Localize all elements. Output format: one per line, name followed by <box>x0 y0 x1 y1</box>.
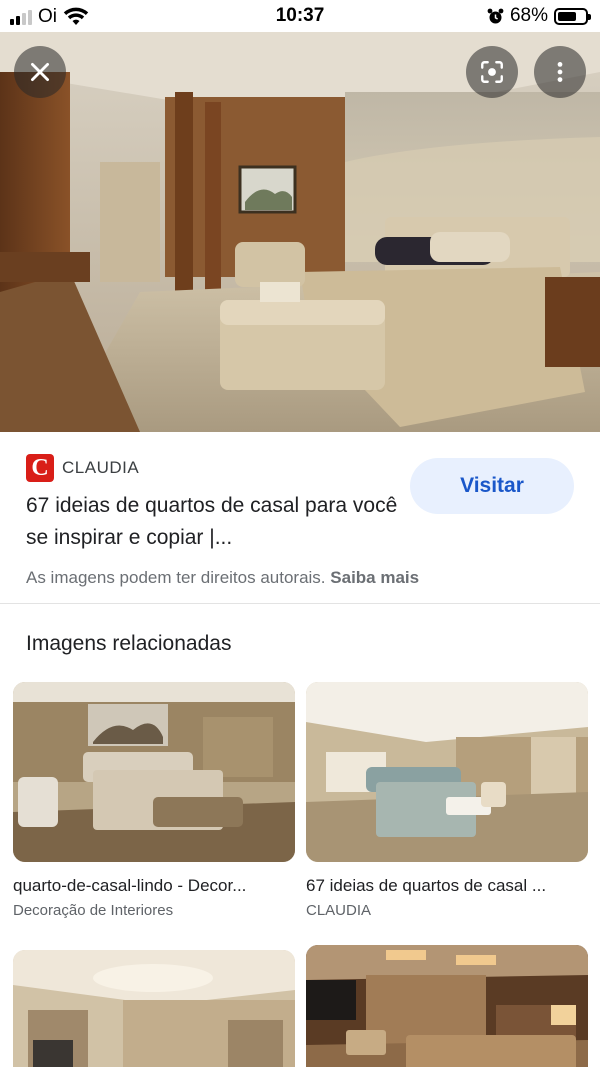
related-card[interactable] <box>306 945 588 1067</box>
site-name: CLAUDIA <box>62 458 140 477</box>
related-heading: Imagens relacionadas <box>26 632 232 655</box>
page-title-link[interactable]: 67 ideias de quartos de casal para você … <box>26 490 406 554</box>
bedroom-photo <box>0 32 600 432</box>
related-thumbnail[interactable] <box>13 682 295 862</box>
related-card[interactable]: quarto-de-casal-lindo - Decor... Decoraç… <box>13 682 295 919</box>
site-info[interactable]: C CLAUDIA <box>26 454 139 482</box>
visit-button[interactable]: Visitar <box>410 458 574 514</box>
close-button[interactable] <box>14 46 66 98</box>
hero-image[interactable] <box>0 32 600 432</box>
related-title[interactable]: quarto-de-casal-lindo - Decor... <box>13 876 295 896</box>
related-thumbnail[interactable] <box>306 945 588 1067</box>
related-thumbnail[interactable] <box>13 950 295 1067</box>
copyright-text: As imagens podem ter direitos autorais. <box>26 568 326 587</box>
related-card[interactable] <box>13 950 295 1067</box>
lens-button[interactable] <box>466 46 518 98</box>
close-icon <box>31 63 49 81</box>
related-title[interactable]: 67 ideias de quartos de casal ... <box>306 876 588 896</box>
battery-icon <box>554 7 591 25</box>
battery-fill <box>558 11 576 21</box>
related-source: Decoração de Interiores <box>13 902 174 919</box>
related-source: CLAUDIA <box>306 902 372 919</box>
learn-more-link[interactable]: Saiba mais <box>330 568 419 587</box>
battery-group: 68% <box>487 5 591 27</box>
lens-icon <box>481 61 503 83</box>
status-bar: Oi 10:37 68% <box>0 0 600 32</box>
related-thumbnail[interactable] <box>306 682 588 862</box>
copyright-notice: As imagens podem ter direitos autorais. … <box>26 568 419 588</box>
more-vert-icon <box>557 62 563 82</box>
alarm-icon <box>487 8 504 23</box>
source-panel: C CLAUDIA 67 ideias de quartos de casal … <box>0 432 600 604</box>
site-logo: C <box>26 454 54 482</box>
related-card[interactable]: 67 ideias de quartos de casal ... CLAUDI… <box>306 682 588 919</box>
more-options-button[interactable] <box>534 46 586 98</box>
battery-percent: 68% <box>509 5 548 26</box>
